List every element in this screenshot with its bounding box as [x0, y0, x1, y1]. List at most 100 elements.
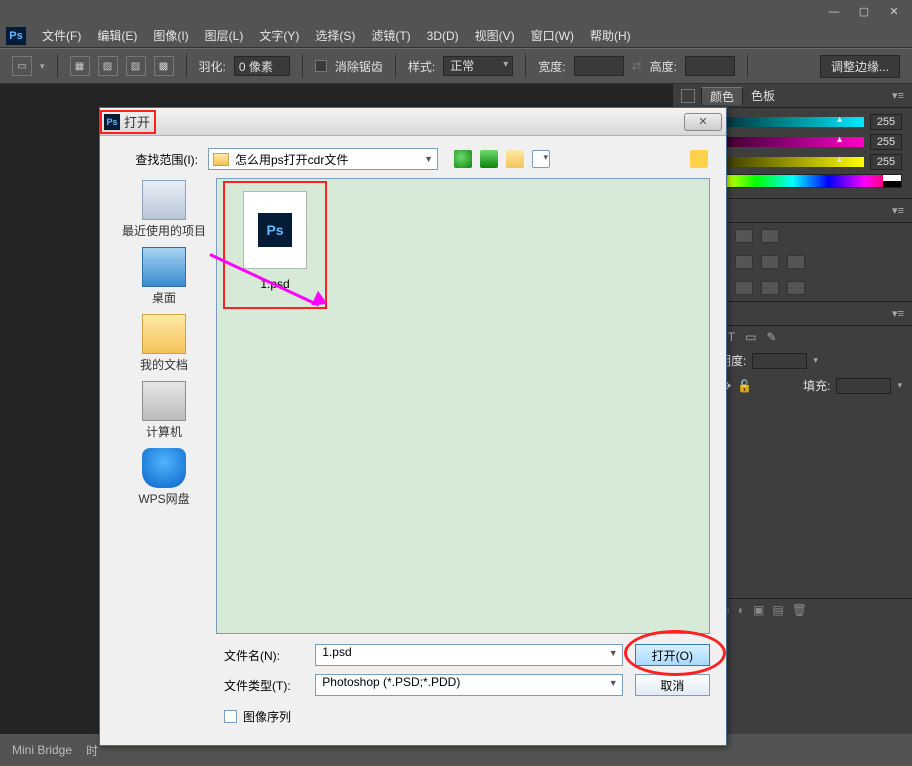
fill-label: 填充:: [803, 377, 830, 394]
selection-intersect-icon[interactable]: ▩: [154, 56, 174, 76]
filename-label: 文件名(N):: [224, 647, 303, 664]
menu-image[interactable]: 图像(I): [145, 27, 196, 44]
menu-select[interactable]: 选择(S): [307, 27, 363, 44]
file-tile-name: 1.psd: [260, 277, 289, 291]
menu-view[interactable]: 视图(V): [467, 27, 523, 44]
menu-window[interactable]: 窗口(W): [523, 27, 582, 44]
width-label: 宽度:: [538, 58, 565, 75]
place-recent-label: 最近使用的项目: [122, 222, 206, 239]
place-computer[interactable]: 计算机: [119, 381, 209, 440]
timeline-tab[interactable]: 时: [86, 742, 98, 759]
delete-layer-icon[interactable]: 🗑: [792, 603, 807, 617]
selection-new-icon[interactable]: ▦: [70, 56, 90, 76]
dialog-title: 打开: [124, 112, 150, 131]
cancel-button[interactable]: 取消: [635, 674, 710, 696]
paths-panel-menu-icon[interactable]: ▾≡: [892, 307, 904, 320]
width-input[interactable]: [574, 56, 624, 76]
desktop-icon: [142, 247, 186, 287]
lock-all-icon[interactable]: 🔓: [737, 379, 752, 393]
feather-input[interactable]: [234, 56, 290, 76]
bw-icon[interactable]: [735, 255, 753, 269]
image-sequence-label: 图像序列: [243, 708, 291, 725]
magenta-value[interactable]: 255: [870, 134, 902, 150]
open-button[interactable]: 打开(O): [635, 644, 710, 666]
place-wps[interactable]: WPS网盘: [119, 448, 209, 507]
psd-file-icon: Ps: [258, 213, 292, 247]
new-group-icon[interactable]: ▣: [753, 603, 764, 617]
place-computer-label: 计算机: [146, 423, 182, 440]
path-pen-icon[interactable]: ✎: [766, 330, 776, 344]
filetype-label: 文件类型(T):: [224, 677, 303, 694]
fill-input[interactable]: [836, 378, 891, 394]
cyan-value[interactable]: 255: [870, 114, 902, 130]
file-list-area[interactable]: Ps 1.psd: [216, 178, 710, 634]
places-sidebar: 最近使用的项目 桌面 我的文档 计算机 WPS网盘: [116, 178, 212, 634]
marquee-tool-icon[interactable]: ▭: [12, 56, 32, 76]
style-label: 样式:: [408, 58, 435, 75]
exposure-icon[interactable]: [761, 229, 779, 243]
window-titlebar: — ▢ ✕: [0, 0, 912, 24]
refine-edge-button[interactable]: 调整边缘...: [820, 55, 900, 78]
selection-subtract-icon[interactable]: ▨: [126, 56, 146, 76]
place-wps-label: WPS网盘: [138, 490, 189, 507]
look-in-label: 查找范围(I):: [116, 151, 198, 168]
threshold-icon[interactable]: [735, 281, 753, 295]
nav-back-icon[interactable]: [454, 150, 472, 168]
menu-file[interactable]: 文件(F): [34, 27, 89, 44]
height-label: 高度:: [650, 58, 677, 75]
mini-bridge-tab[interactable]: Mini Bridge: [12, 743, 72, 757]
dialog-close-button[interactable]: ✕: [684, 113, 722, 131]
panel-menu-icon[interactable]: ▾≡: [892, 204, 904, 217]
menu-type[interactable]: 文字(Y): [251, 27, 307, 44]
filename-input[interactable]: 1.psd: [315, 644, 622, 666]
menu-3d[interactable]: 3D(D): [419, 29, 467, 43]
file-thumbnail: Ps: [243, 191, 307, 269]
color-panel-menu-icon[interactable]: ▾≡: [892, 89, 904, 102]
nav-favorite-icon[interactable]: [690, 150, 708, 168]
window-maximize-button[interactable]: ▢: [850, 4, 878, 20]
lookup-icon[interactable]: [787, 255, 805, 269]
nav-up-icon[interactable]: [480, 150, 498, 168]
options-toolbar: ▭ ▾ ▦ ▧ ▨ ▩ 羽化: 消除锯齿 样式: 正常 宽度: ⇄ 高度: 调整…: [0, 48, 912, 84]
nav-newfolder-icon[interactable]: [506, 150, 524, 168]
height-input[interactable]: [685, 56, 735, 76]
new-fill-adjust-icon[interactable]: ◐: [738, 603, 745, 617]
window-minimize-button[interactable]: —: [820, 4, 848, 20]
place-recent[interactable]: 最近使用的项目: [119, 180, 209, 239]
folder-icon: [213, 153, 229, 166]
wps-icon: [142, 448, 186, 488]
feather-label: 羽化:: [199, 58, 226, 75]
opacity-input[interactable]: [752, 353, 807, 369]
antialias-label: 消除锯齿: [335, 58, 383, 75]
place-documents-label: 我的文档: [140, 356, 188, 373]
image-sequence-checkbox[interactable]: [224, 710, 237, 723]
panel-collapse-icon[interactable]: [681, 89, 695, 103]
file-tile[interactable]: Ps 1.psd: [223, 181, 327, 309]
menu-help[interactable]: 帮助(H): [582, 27, 639, 44]
place-desktop-label: 桌面: [152, 289, 176, 306]
tab-swatches[interactable]: 色板: [743, 87, 783, 104]
place-documents[interactable]: 我的文档: [119, 314, 209, 373]
nav-viewmode-icon[interactable]: [532, 150, 550, 168]
selection-add-icon[interactable]: ▧: [98, 56, 118, 76]
menu-filter[interactable]: 滤镜(T): [363, 27, 418, 44]
place-desktop[interactable]: 桌面: [119, 247, 209, 306]
gradient-map-icon[interactable]: [761, 281, 779, 295]
new-layer-icon[interactable]: ▤: [772, 603, 783, 617]
menu-edit[interactable]: 编辑(E): [89, 27, 145, 44]
look-in-select[interactable]: 怎么用ps打开cdr文件: [208, 148, 438, 170]
levels-icon[interactable]: [735, 229, 753, 243]
window-close-button[interactable]: ✕: [880, 4, 908, 20]
recent-icon: [142, 180, 186, 220]
path-text-icon[interactable]: T: [728, 330, 735, 344]
path-shape-icon[interactable]: ▭: [745, 330, 756, 344]
style-select[interactable]: 正常: [443, 56, 513, 76]
selective-color-icon[interactable]: [787, 281, 805, 295]
mixer-icon[interactable]: [761, 255, 779, 269]
menu-layer[interactable]: 图层(L): [197, 27, 252, 44]
dialog-titlebar[interactable]: Ps 打开 ✕: [100, 108, 726, 136]
tab-color[interactable]: 颜色: [701, 87, 743, 105]
antialias-checkbox[interactable]: [315, 60, 327, 72]
filetype-select[interactable]: Photoshop (*.PSD;*.PDD): [315, 674, 622, 696]
yellow-value[interactable]: 255: [870, 154, 902, 170]
